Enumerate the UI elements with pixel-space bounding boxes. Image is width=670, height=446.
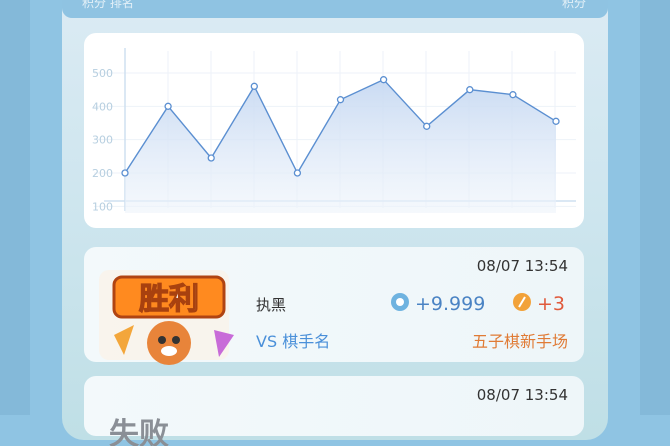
data-point (293, 169, 302, 177)
coin-icon (513, 293, 531, 311)
left-gutter (0, 0, 30, 415)
match-time: 08/07 13:54 (476, 386, 568, 404)
data-point (552, 117, 560, 125)
data-point (121, 169, 129, 177)
right-gutter (640, 0, 670, 415)
data-point (509, 91, 517, 99)
y-tick-label: 100 (92, 200, 113, 213)
data-point (164, 102, 172, 110)
y-tick-label: 300 (92, 134, 113, 147)
defeat-badge-text: 失败 (109, 417, 169, 446)
y-tick-label: 200 (92, 167, 113, 180)
data-point (466, 86, 474, 94)
score-delta-value: +9.999 (415, 293, 486, 315)
match-time: 08/07 13:54 (476, 257, 568, 275)
defeat-badge-icon: 失败 (109, 417, 169, 446)
room-name: 五子棋新手场 (471, 332, 568, 351)
top-bar-left-text: 积分 排名 (82, 0, 134, 10)
piece-color-label: 执黑 (256, 296, 287, 314)
data-point (250, 82, 258, 90)
victory-badge-text: 胜利 (139, 282, 199, 317)
score-trend-chart: 100 200 300 400 500 (84, 33, 584, 228)
data-point (379, 76, 388, 84)
score-icon (391, 293, 409, 311)
match-record-card[interactable]: 失败 08/07 13:54 (84, 376, 584, 446)
y-tick-label: 400 (92, 100, 113, 113)
opponent-name: VS 棋手名 (256, 332, 331, 351)
score-chart-svg: 100 200 300 400 500 (92, 48, 576, 213)
data-point (336, 96, 345, 104)
data-point (207, 154, 215, 162)
victory-badge-icon: 胜利 (99, 270, 234, 365)
y-tick-label: 500 (92, 67, 113, 80)
coin-delta-value: +3 (537, 293, 566, 315)
top-bar-right-text: 积分 (561, 0, 586, 10)
top-bar: 积分 排名 积分 (62, 0, 608, 18)
match-record-card[interactable]: 胜利 08/07 13:54 执黑 +9.999 +3 VS 棋手名 五子棋新手… (84, 247, 584, 365)
coin-delta: +3 (512, 292, 565, 315)
score-delta: +9.999 (390, 292, 485, 315)
data-point (423, 122, 431, 130)
